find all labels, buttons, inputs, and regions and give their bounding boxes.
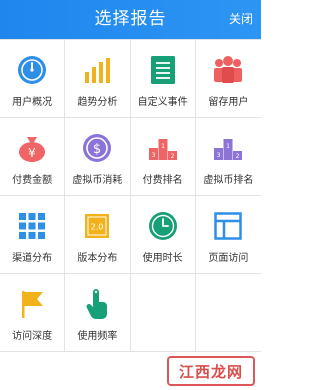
users-icon bbox=[212, 54, 244, 86]
report-item-label: 渠道分布 bbox=[12, 253, 53, 264]
dollar-coin-icon: $ bbox=[81, 132, 113, 164]
svg-text:3: 3 bbox=[151, 152, 155, 159]
report-item-label: 使用频率 bbox=[77, 331, 118, 342]
report-item-visit-depth[interactable]: 访问深度 bbox=[0, 274, 66, 352]
report-item-label: 访问深度 bbox=[12, 331, 53, 342]
report-item-usage-duration[interactable]: 使用时长 bbox=[130, 196, 196, 274]
report-item-label: 使用时长 bbox=[142, 253, 183, 264]
close-button[interactable]: 关闭 bbox=[229, 0, 253, 39]
report-item-payment-ranking[interactable]: 3 1 2 付费排名 bbox=[130, 118, 196, 196]
report-item-label: 虚拟币排名 bbox=[203, 175, 254, 186]
page-title: 选择报告 bbox=[94, 9, 167, 29]
report-item-label: 虚拟币消耗 bbox=[72, 175, 123, 186]
report-item-virtual-coin-ranking[interactable]: 3 1 2 虚拟币排名 bbox=[195, 118, 261, 196]
svg-text:$: $ bbox=[93, 142, 101, 157]
report-item-label: 版本分布 bbox=[77, 253, 118, 264]
report-item-label: 趋势分析 bbox=[77, 97, 118, 108]
report-item-label: 用户概况 bbox=[12, 97, 53, 108]
report-item-label: 付费排名 bbox=[142, 175, 183, 186]
clock-icon bbox=[16, 54, 48, 86]
svg-text:1: 1 bbox=[226, 143, 230, 150]
timer-icon bbox=[147, 210, 179, 242]
report-item-label: 页面访问 bbox=[208, 253, 249, 264]
grid-icon bbox=[16, 210, 48, 242]
svg-text:3: 3 bbox=[217, 152, 221, 159]
tap-icon bbox=[81, 288, 113, 320]
svg-text:2: 2 bbox=[236, 153, 240, 160]
report-item-custom-event[interactable]: 自定义事件 bbox=[130, 40, 196, 118]
podium-icon: 3 1 2 bbox=[147, 132, 179, 164]
report-item-page-visits[interactable]: 页面访问 bbox=[195, 196, 261, 274]
report-item-label: 自定义事件 bbox=[137, 97, 188, 108]
document-icon bbox=[147, 54, 179, 86]
header-bar: 选择报告 关闭 bbox=[0, 0, 261, 39]
svg-text:2: 2 bbox=[170, 153, 174, 160]
flag-icon bbox=[16, 288, 48, 320]
report-item-version-distribution[interactable]: 2.0 版本分布 bbox=[65, 196, 131, 274]
report-item-payment-amount[interactable]: ¥ 付费金额 bbox=[0, 118, 66, 196]
report-item-virtual-coin-usage[interactable]: $ 虚拟币消耗 bbox=[65, 118, 131, 196]
svg-text:1: 1 bbox=[161, 143, 165, 150]
layout-icon bbox=[212, 210, 244, 242]
report-item-usage-frequency[interactable]: 使用频率 bbox=[65, 274, 131, 352]
watermark-logo: 江西龙网 bbox=[167, 356, 255, 386]
svg-text:¥: ¥ bbox=[28, 146, 36, 160]
version-icon: 2.0 bbox=[81, 210, 113, 242]
report-item-label: 留存用户 bbox=[208, 97, 249, 108]
yen-bag-icon: ¥ bbox=[16, 132, 48, 164]
report-item-trend[interactable]: 趋势分析 bbox=[65, 40, 131, 118]
podium-icon: 3 1 2 bbox=[212, 132, 244, 164]
report-grid: 用户概况 趋势分析 自定义事件 留存用户 ¥ 付费金额 $ 虚拟币消耗 3 1 … bbox=[0, 39, 261, 352]
report-item-user-overview[interactable]: 用户概况 bbox=[0, 40, 66, 118]
empty-cell bbox=[130, 274, 196, 352]
report-item-retention[interactable]: 留存用户 bbox=[195, 40, 261, 118]
bar-chart-icon bbox=[81, 54, 113, 86]
report-item-channel-distribution[interactable]: 渠道分布 bbox=[0, 196, 66, 274]
version-icon-text: 2.0 bbox=[91, 223, 104, 232]
empty-cell bbox=[195, 274, 261, 352]
report-item-label: 付费金额 bbox=[12, 175, 53, 186]
